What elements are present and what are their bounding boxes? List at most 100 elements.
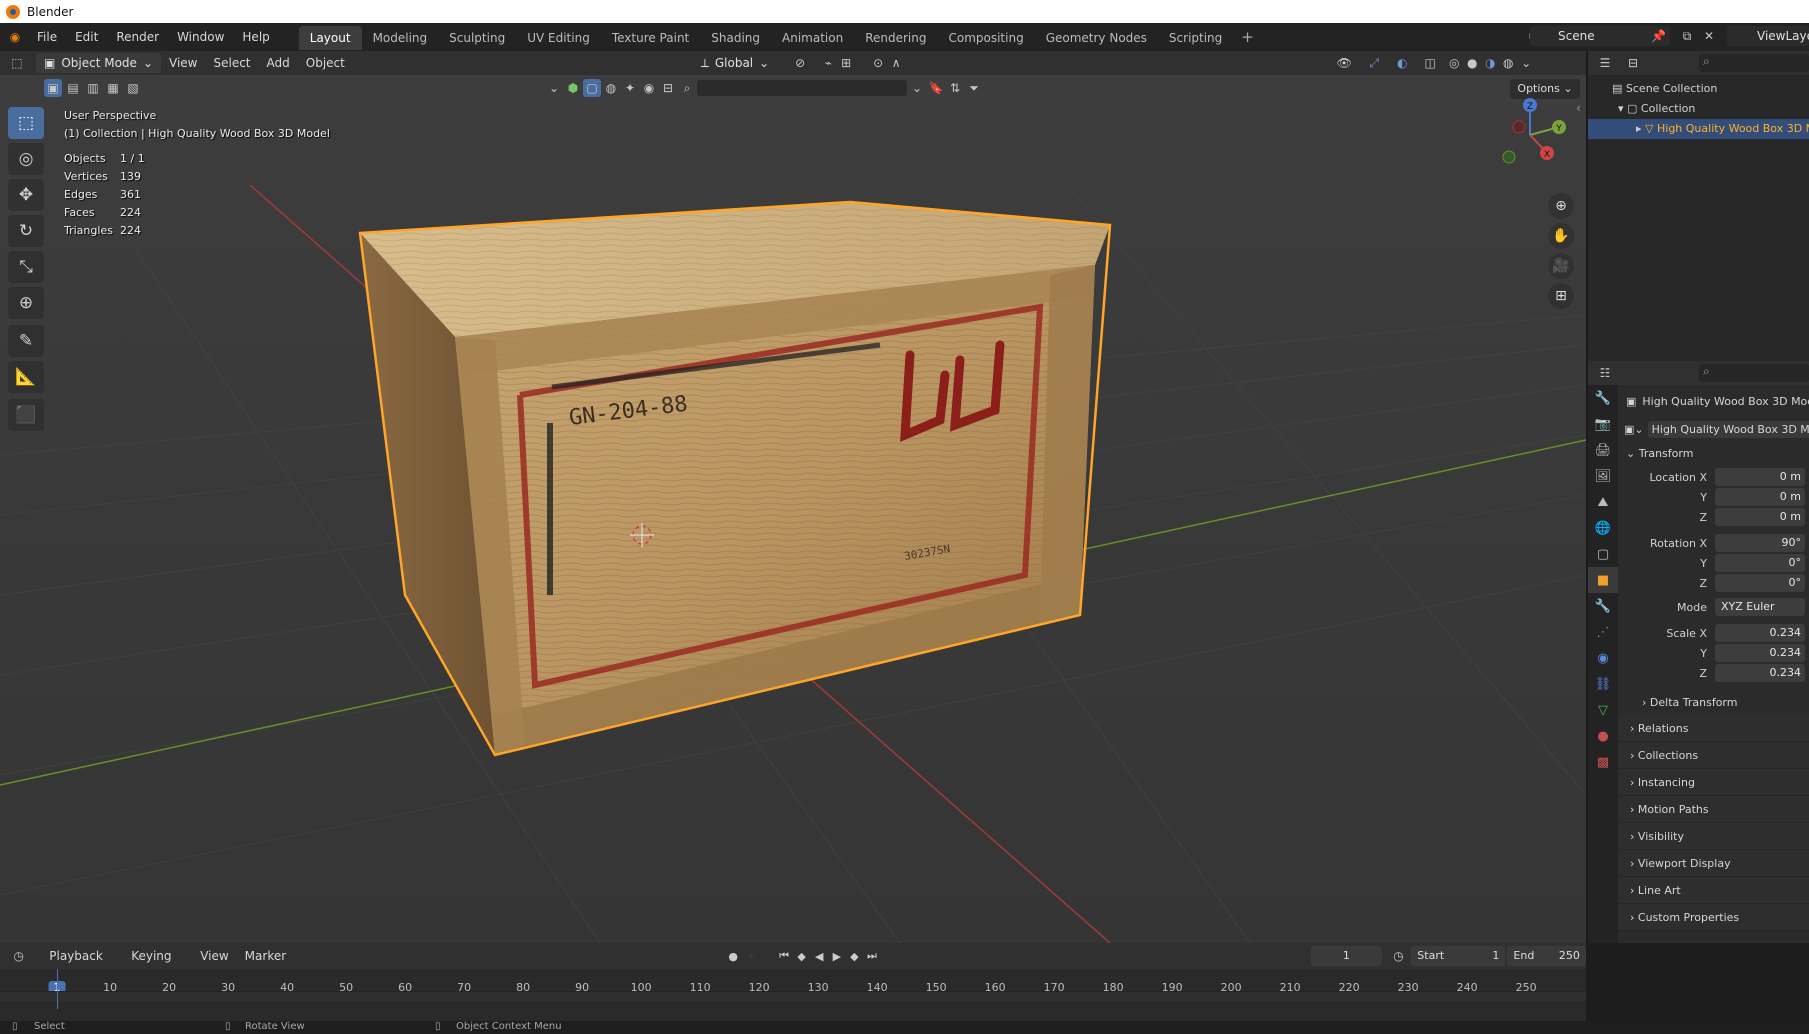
tab-sculpting[interactable]: Sculpting [438,26,516,50]
visibility-panel[interactable]: › Visibility [1618,823,1809,850]
select-new-icon[interactable]: ▣ [44,79,62,97]
pivot-icon[interactable]: ⊘ [791,54,809,72]
world-tab-icon[interactable]: 🌐 [1588,515,1618,541]
outliner-scene-collection[interactable]: ▤ Scene Collection [1588,79,1809,99]
select-intersect-icon[interactable]: ▧ [124,79,142,97]
mode-dropdown[interactable]: ▣ Object Mode ⌄ [36,53,161,73]
expand-arrow-icon[interactable]: ▾ [1618,102,1627,115]
pan-hand-icon[interactable]: ✋ [1548,223,1574,249]
motion-paths-panel[interactable]: › Motion Paths [1618,796,1809,823]
cursor-tool-icon[interactable]: ◎ [8,143,44,175]
tab-scripting[interactable]: Scripting [1158,26,1233,50]
material-shading-icon[interactable]: ◑ [1481,54,1499,72]
gizmo-toggle-icon[interactable]: ⤢ [1365,54,1383,72]
tab-shading[interactable]: Shading [700,26,771,50]
tab-animation[interactable]: Animation [771,26,854,50]
physics-tab-icon[interactable]: ◉ [1588,645,1618,671]
annotate-tool-icon[interactable]: ✎ [8,325,44,357]
tab-uv-editing[interactable]: UV Editing [516,26,601,50]
viewport-display-panel[interactable]: › Viewport Display [1618,850,1809,877]
menu-render[interactable]: Render [107,23,168,51]
search-icon[interactable]: ⌕ [678,79,696,97]
pin-icon[interactable]: 📌 [1651,29,1666,43]
viewport-menu-add[interactable]: Add [259,53,298,73]
snap-target-icon[interactable]: ⊞ [837,54,855,72]
tab-rendering[interactable]: Rendering [854,26,937,50]
tab-compositing[interactable]: Compositing [937,26,1034,50]
sphere-filter-icon[interactable]: ◍ [602,79,620,97]
mesh-filter-icon[interactable]: ▢ [583,79,601,97]
shading-options-icon[interactable]: ⌄ [1517,54,1535,72]
overlay-toggle-icon[interactable]: ◐ [1393,54,1411,72]
scene-tab-icon[interactable]: ⛰ [1588,489,1618,515]
camera-view-icon[interactable]: 🎥 [1548,253,1574,279]
light-filter-icon[interactable]: ✦ [621,79,639,97]
snap-icon[interactable]: ⌁ [819,54,837,72]
instancing-panel[interactable]: › Instancing [1618,769,1809,796]
scale-x-field[interactable]: 0.234 [1715,624,1805,642]
other-filter-icon[interactable]: ⊟ [659,79,677,97]
transform-panel-header[interactable]: ⌄ Transform [1618,441,1809,467]
perspective-toggle-icon[interactable]: ⊞ [1548,283,1574,309]
viewport-search-input[interactable] [697,80,907,96]
xray-icon[interactable]: ◫ [1421,54,1439,72]
select-invert-icon[interactable]: ▦ [104,79,122,97]
display-mode-icon[interactable]: ⊟ [1624,54,1642,72]
solid-shading-icon[interactable]: ● [1463,54,1481,72]
viewport-menu-object[interactable]: Object [298,53,353,73]
line-art-panel[interactable]: › Line Art [1618,877,1809,904]
outliner-object-row[interactable]: ▸ ▽ High Quality Wood Box 3D Model [1588,119,1809,139]
chevron-down-icon[interactable]: ⌄ [545,79,563,97]
rendered-shading-icon[interactable]: ◍ [1499,54,1517,72]
rotation-x-field[interactable]: 90° [1715,534,1805,552]
scale-z-field[interactable]: 0.234 [1715,664,1805,682]
tab-layout[interactable]: Layout [298,26,362,50]
outliner-search-icon[interactable]: ⌕ [1699,54,1809,72]
material-tab-icon[interactable]: ● [1588,723,1618,749]
add-cube-tool-icon[interactable]: ⬛ [8,399,44,431]
sidebar-toggle-icon[interactable]: ‹ [1576,101,1581,115]
render-tab-icon[interactable]: 📷 [1588,411,1618,437]
location-z-field[interactable]: 0 m [1715,508,1805,526]
delta-transform-subpanel[interactable]: › Delta Transform [1618,691,1809,715]
properties-editor-icon[interactable]: ☷ [1596,364,1614,382]
select-subtract-icon[interactable]: ▥ [84,79,102,97]
select-extend-icon[interactable]: ▤ [64,79,82,97]
collection-tab-icon[interactable]: ▢ [1588,541,1618,567]
view-layer-tab-icon[interactable]: 🖼 [1588,463,1618,489]
scene-field[interactable]: Scene 📌 [1530,26,1670,46]
filter-funnel-icon[interactable]: ⏷ [965,79,983,97]
properties-search-icon[interactable]: ⌕ [1699,364,1809,382]
location-y-field[interactable]: 0 m [1715,488,1805,506]
expand-arrow-icon[interactable]: ▸ [1636,122,1645,135]
rotation-y-field[interactable]: 0° [1715,554,1805,572]
output-tab-icon[interactable]: 🖨 [1588,437,1618,463]
custom-properties-panel[interactable]: › Custom Properties [1618,904,1809,931]
outliner-collection[interactable]: ▾ ▢ Collection [1588,99,1809,119]
transform-tool-icon[interactable]: ⊕ [8,287,44,319]
viewport-menu-select[interactable]: Select [205,53,258,73]
view-layer-field[interactable]: ViewLayer [1727,26,1809,46]
wireframe-shading-icon[interactable]: ◎ [1445,54,1463,72]
navigation-gizmo[interactable]: Z Y X [1497,97,1567,184]
delete-scene-icon[interactable]: ✕ [1700,27,1718,45]
measure-tool-icon[interactable]: 📐 [8,361,44,393]
viewport-menu-view[interactable]: View [161,53,205,73]
new-scene-icon[interactable]: ⧉ [1678,27,1696,45]
move-tool-icon[interactable]: ✥ [8,179,44,211]
menu-help[interactable]: Help [233,23,278,51]
select-box-tool-icon[interactable]: ⬚ [8,107,44,139]
modifier-tab-icon[interactable]: 🔧 [1588,593,1618,619]
tab-texture-paint[interactable]: Texture Paint [601,26,700,50]
relations-panel[interactable]: › Relations [1618,715,1809,742]
object-datablock-field[interactable]: ▣⌄ High Quality Wood Box 3D Model [1618,417,1809,441]
collections-panel[interactable]: › Collections [1618,742,1809,769]
menu-file[interactable]: File [28,23,66,51]
bookmark-icon[interactable]: 🔖 [927,79,945,97]
proportional-edit-icon[interactable]: ⊙ [869,54,887,72]
data-tab-icon[interactable]: ▽ [1588,697,1618,723]
zoom-icon[interactable]: ⊕ [1548,193,1574,219]
particles-tab-icon[interactable]: ⋰ [1588,619,1618,645]
menu-window[interactable]: Window [168,23,233,51]
outliner-editor-icon[interactable]: ☰ [1596,54,1614,72]
